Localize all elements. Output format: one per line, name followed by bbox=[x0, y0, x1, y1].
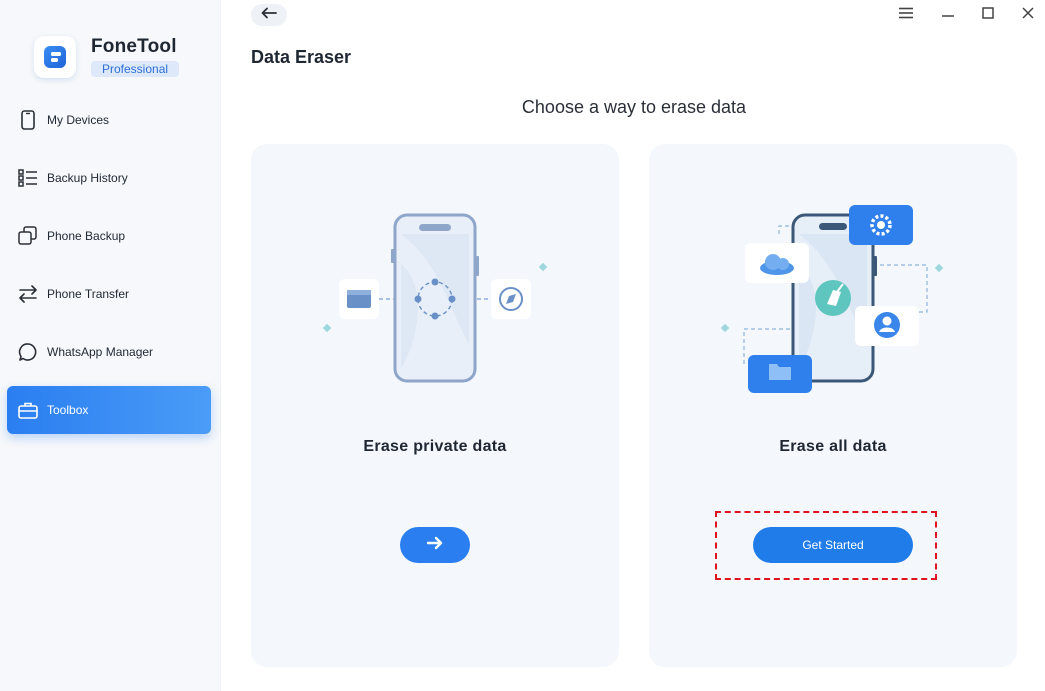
sidebar-item-label: WhatsApp Manager bbox=[47, 345, 154, 359]
sidebar-item-label: Backup History bbox=[47, 171, 128, 185]
erase-private-data-button[interactable] bbox=[400, 527, 470, 563]
sidebar-item-label: My Devices bbox=[47, 113, 110, 127]
maximize-icon bbox=[981, 6, 995, 25]
sidebar-nav: My Devices Backup History Phone Backup P… bbox=[7, 96, 211, 444]
minimize-button[interactable] bbox=[940, 7, 956, 23]
page-title: Data Eraser bbox=[251, 47, 352, 67]
card-title: Erase private data bbox=[363, 438, 507, 455]
toolbox-icon bbox=[18, 400, 38, 420]
private-data-illustration bbox=[322, 213, 548, 383]
chat-icon bbox=[18, 342, 38, 362]
menu-icon bbox=[899, 6, 913, 24]
fonetool-logo-icon bbox=[34, 36, 76, 78]
phone-icon bbox=[18, 110, 38, 130]
card-title: Erase all data bbox=[779, 438, 887, 455]
menu-button[interactable] bbox=[898, 7, 914, 23]
erase-private-data-card[interactable]: Erase private data bbox=[251, 144, 619, 667]
sidebar-item-label: Phone Transfer bbox=[47, 287, 130, 301]
app-name: FoneTool bbox=[91, 36, 177, 57]
arrow-right-icon bbox=[426, 536, 443, 555]
maximize-button[interactable] bbox=[980, 6, 996, 25]
edition-badge: Professional bbox=[91, 61, 180, 77]
erase-all-data-card[interactable]: Erase all data Get Started bbox=[649, 144, 1017, 667]
brand: FoneTool Professional bbox=[34, 36, 180, 78]
sidebar-item-phone-backup[interactable]: Phone Backup bbox=[7, 212, 211, 260]
copy-icon bbox=[18, 226, 38, 246]
arrow-left-icon bbox=[261, 6, 277, 24]
get-started-button[interactable]: Get Started bbox=[753, 527, 913, 563]
minimize-icon bbox=[941, 6, 955, 25]
sidebar-item-my-devices[interactable]: My Devices bbox=[7, 96, 211, 144]
back-button[interactable] bbox=[251, 4, 287, 26]
transfer-icon bbox=[18, 284, 38, 304]
sidebar-item-phone-transfer[interactable]: Phone Transfer bbox=[7, 270, 211, 318]
list-icon bbox=[18, 168, 38, 188]
sidebar: FoneTool Professional My Devices Backup … bbox=[0, 0, 221, 691]
sidebar-item-backup-history[interactable]: Backup History bbox=[7, 154, 211, 202]
page-subtitle: Choose a way to erase data bbox=[521, 97, 747, 117]
close-icon bbox=[1021, 6, 1035, 25]
sidebar-item-toolbox[interactable]: Toolbox bbox=[7, 386, 211, 434]
sidebar-item-label: Toolbox bbox=[47, 403, 89, 417]
sidebar-item-label: Phone Backup bbox=[47, 229, 126, 243]
sidebar-item-whatsapp-manager[interactable]: WhatsApp Manager bbox=[7, 328, 211, 376]
all-data-illustration bbox=[720, 205, 944, 393]
close-button[interactable] bbox=[1020, 6, 1036, 25]
